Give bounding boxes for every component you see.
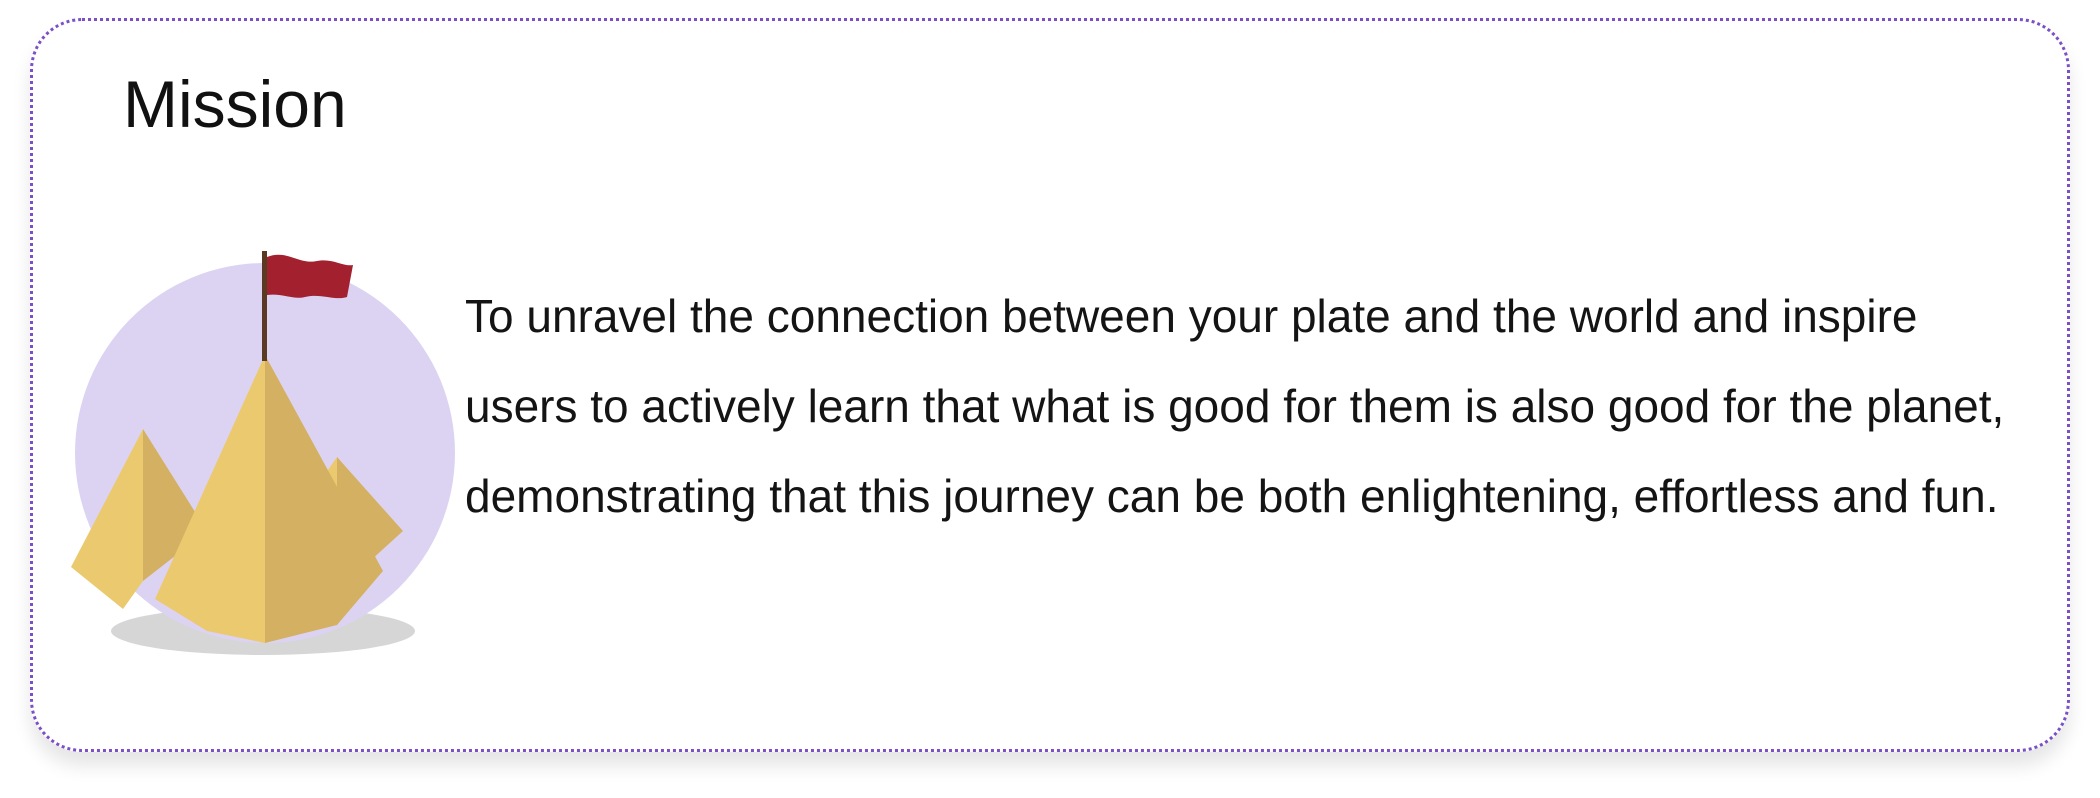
flag-pole <box>262 251 267 361</box>
card-title: Mission <box>123 67 347 141</box>
mission-statement: To unravel the connection between your p… <box>465 290 2005 522</box>
page: Mission To unravel the connection betwee… <box>0 0 2100 798</box>
mission-card: Mission To unravel the connection betwee… <box>30 18 2070 752</box>
mountain-flag-icon <box>71 251 455 655</box>
flag <box>267 254 353 299</box>
